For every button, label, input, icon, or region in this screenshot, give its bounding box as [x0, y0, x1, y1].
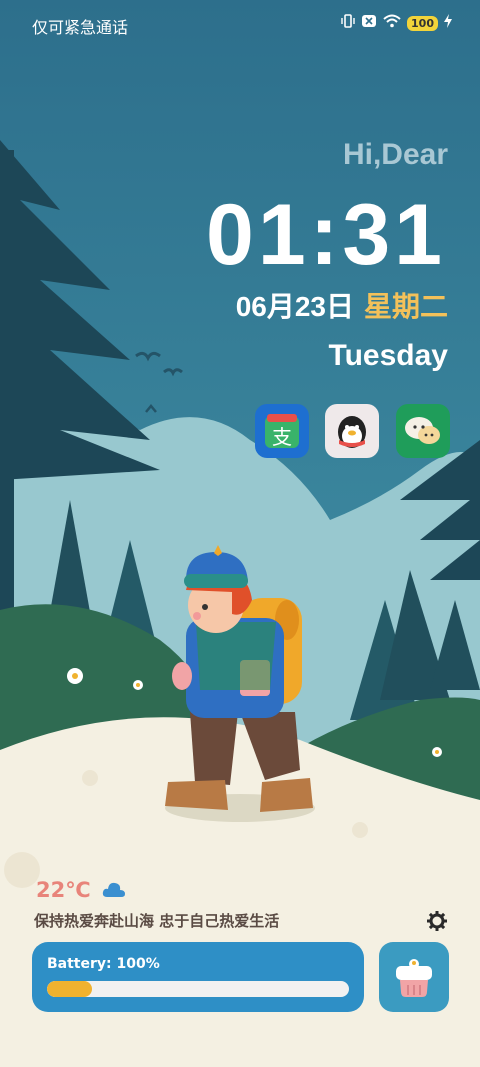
alipay-app-button[interactable]: 支	[255, 404, 309, 458]
battery-progress-fill	[47, 981, 93, 997]
date-text: 06月23日	[235, 291, 354, 322]
clock-time: 01:31	[206, 187, 446, 283]
wechat-app-button[interactable]	[396, 404, 450, 458]
weekday-cn: 星期二	[363, 291, 448, 322]
cleaner-tool-button[interactable]	[379, 942, 449, 1012]
status-bar: 仅可紧急通话 100	[0, 0, 480, 48]
no-sim-icon	[361, 14, 377, 32]
gear-icon	[427, 911, 447, 931]
weekday-en: Tuesday	[328, 339, 449, 372]
battery-card: Battery: 100%	[32, 942, 364, 1012]
charging-icon	[444, 14, 452, 32]
alipay-icon: 支	[255, 404, 309, 458]
date-line: 06月23日 星期二	[236, 285, 448, 325]
motto-text: 保持热爱奔赴山海 忠于自己热爱生活	[34, 912, 280, 930]
penguin-icon	[325, 404, 379, 458]
svg-text:支: 支	[272, 425, 292, 449]
settings-button[interactable]	[426, 910, 448, 932]
qq-app-button[interactable]	[325, 404, 379, 458]
cloud-icon	[102, 880, 126, 902]
chat-bubble-icon	[396, 404, 450, 458]
status-icons: 100	[341, 14, 452, 32]
wifi-icon	[383, 14, 401, 32]
battery-indicator: 100	[407, 15, 438, 31]
carrier-text: 仅可紧急通话	[32, 18, 129, 37]
battery-progress-track	[47, 981, 349, 997]
vibrate-icon	[341, 14, 355, 32]
battery-label: Battery: 100%	[47, 956, 160, 972]
broom-icon	[396, 959, 432, 997]
greeting-text: Hi,Dear	[342, 138, 448, 171]
temperature: 22℃	[36, 878, 91, 902]
